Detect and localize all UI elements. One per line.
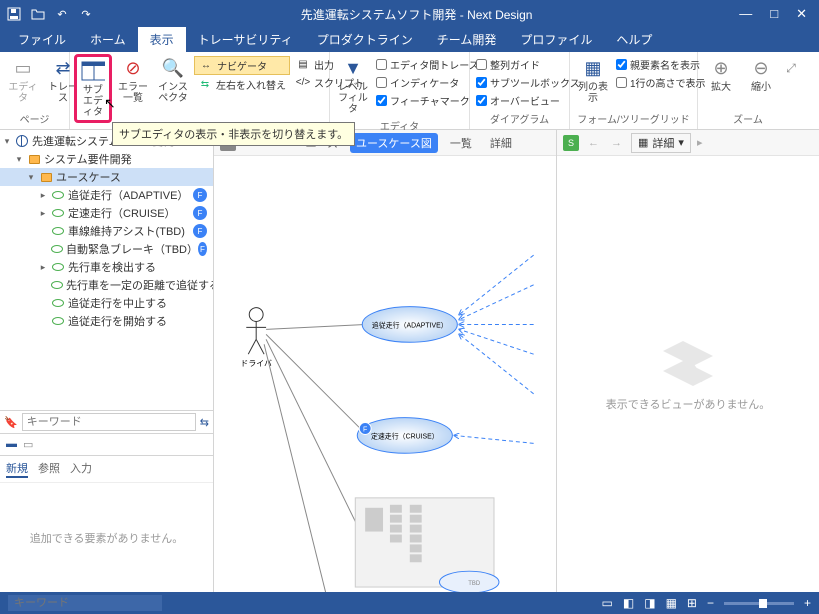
tree-item[interactable]: 車線維持アシスト(TBD)F: [0, 222, 213, 240]
close-button[interactable]: ✕: [796, 6, 807, 22]
feature-badge: F: [193, 224, 207, 238]
chk-editor-trace[interactable]: エディタ間トレース: [374, 56, 481, 73]
svg-text:TBD: TBD: [468, 581, 480, 587]
subeditor-button[interactable]: サブエディタ: [74, 54, 112, 123]
status-icon[interactable]: ⊞: [687, 596, 697, 610]
tab-input[interactable]: 入力: [70, 460, 92, 478]
editor-badge-s: S: [563, 135, 579, 151]
menu-home[interactable]: ホーム: [78, 27, 138, 52]
tab-ref[interactable]: 参照: [38, 460, 60, 478]
feature-badge: F: [193, 188, 207, 202]
panel-icon[interactable]: ▬: [6, 438, 17, 451]
menu-team[interactable]: チーム開発: [425, 27, 509, 52]
maximize-button[interactable]: □: [770, 6, 778, 22]
feature-badge: F: [198, 242, 207, 256]
svg-text:定速走行（CRUISE）: 定速走行（CRUISE）: [371, 431, 439, 440]
zoom-reset-button[interactable]: ⤢: [782, 54, 800, 82]
chk-subtool-box[interactable]: サブツールボックス: [474, 74, 582, 91]
ribbon: ▭エディタ ⇄トレース ページ サブエディタ ⊘エラー一覧 🔍インスペクタ ↔ナ…: [0, 52, 819, 130]
menu-help[interactable]: ヘルプ: [604, 27, 664, 52]
tree-item[interactable]: ▸先行車を検出する: [0, 258, 213, 276]
feature-badge: F: [193, 206, 207, 220]
overview-thumbnail: TBD: [355, 498, 499, 592]
editor-button[interactable]: ▭エディタ: [4, 54, 42, 106]
errorlist-button[interactable]: ⊘エラー一覧: [114, 54, 152, 106]
tree-item[interactable]: 追従走行を中止する: [0, 294, 213, 312]
zoomin-button[interactable]: ⊕拡大: [702, 54, 740, 95]
menubar: ファイル ホーム 表示 トレーサビリティ プロダクトライン チーム開発 プロファ…: [0, 28, 819, 52]
tab-new[interactable]: 新規: [6, 460, 28, 478]
navigator-panel: ▾先進運転システムソフト開発 ▾システム要件開発 ▾ユースケース ▸追従走行（A…: [0, 130, 214, 592]
status-keyword-input[interactable]: [8, 595, 162, 611]
menu-traceability[interactable]: トレーサビリティ: [186, 27, 305, 52]
nav-back-sub[interactable]: ←: [585, 137, 602, 149]
diagram-canvas[interactable]: ドライバ 追従走行（ADAPTIVE） 定速走行（CRUISE） F: [214, 156, 556, 592]
tree-item[interactable]: 自動緊急ブレーキ（TBD）F: [0, 240, 213, 258]
chk-feature-mark[interactable]: フィーチャマーク: [374, 92, 481, 109]
menu-file[interactable]: ファイル: [6, 27, 78, 52]
statusbar: ▭ ◧ ◨ ▦ ⊞ − +: [0, 592, 819, 614]
bottom-tabs: 新規 参照 入力: [0, 455, 213, 482]
status-icon[interactable]: ▦: [666, 596, 677, 610]
tag-icon: 🔖: [4, 416, 18, 429]
save-icon[interactable]: [6, 6, 22, 22]
zoomout-button[interactable]: ⊖縮小: [742, 54, 780, 95]
colshow-button[interactable]: ▦列の表示: [574, 54, 612, 106]
inspector-button[interactable]: 🔍インスペクタ: [154, 54, 192, 106]
chk-indicator[interactable]: インディケータ: [374, 74, 481, 91]
group-zoom-label: ズーム: [702, 110, 794, 127]
group-diagram-label: ダイアグラム: [474, 110, 565, 127]
svg-text:F: F: [363, 426, 367, 433]
crumb-diagram[interactable]: ユースケース図: [350, 133, 438, 153]
no-view-message: 表示できるビューがありません。: [606, 396, 770, 412]
no-view-icon: [658, 336, 718, 386]
bottom-empty-message: 追加できる要素がありません。: [0, 482, 213, 592]
crumb-detail[interactable]: 詳細: [484, 133, 518, 153]
group-page-label: ページ: [4, 110, 65, 127]
sub-editor: S ← → ▦ 詳細 ▾ ▸ 表示できるビューがありません。: [557, 130, 819, 592]
window-title: 先進運転システムソフト開発 - Next Design: [94, 6, 739, 23]
menu-profile[interactable]: プロファイル: [508, 27, 604, 52]
zoom-in-status[interactable]: +: [804, 596, 811, 610]
zoom-slider[interactable]: [724, 602, 794, 605]
navigator-button[interactable]: ↔ナビゲータ: [194, 56, 290, 75]
tree-item[interactable]: 先行車を一定の距離で追従する: [0, 276, 213, 294]
tree-item[interactable]: ▸定速走行（CRUISE）F: [0, 204, 213, 222]
filter-icon[interactable]: ⇆: [200, 416, 209, 429]
titlebar: ↶ ↷ 先進運転システムソフト開発 - Next Design — □ ✕: [0, 0, 819, 28]
status-icon[interactable]: ◨: [644, 596, 655, 610]
minimize-button[interactable]: —: [739, 6, 752, 22]
chk-one-line[interactable]: 1行の高さで表示: [614, 74, 708, 91]
menu-view[interactable]: 表示: [138, 27, 186, 52]
tree-item[interactable]: 追従走行を開始する: [0, 312, 213, 330]
keyword-input[interactable]: [22, 413, 196, 431]
group-formtree-label: フォーム/ツリーグリッド: [574, 110, 693, 127]
chk-align-guide[interactable]: 整列ガイド: [474, 56, 582, 73]
levelfilter-button[interactable]: ▼レベルフィルタ: [334, 54, 372, 117]
tree-node[interactable]: ▾システム要件開発: [0, 150, 213, 168]
chk-overview[interactable]: オーバービュー: [474, 92, 582, 109]
folder-icon[interactable]: [30, 6, 46, 22]
svg-text:追従走行（ADAPTIVE）: 追従走行（ADAPTIVE）: [372, 320, 448, 329]
tree-item[interactable]: ▸追従走行（ADAPTIVE）F: [0, 186, 213, 204]
svg-text:ドライバ: ドライバ: [240, 359, 272, 368]
chk-parent-name[interactable]: 親要素名を表示: [614, 56, 708, 73]
menu-productline[interactable]: プロダクトライン: [305, 27, 425, 52]
status-icon[interactable]: ◧: [623, 596, 634, 610]
status-icon[interactable]: ▭: [602, 596, 613, 610]
swap-button[interactable]: ⇆左右を入れ替え: [194, 76, 290, 93]
zoom-out-status[interactable]: −: [707, 596, 714, 610]
detail-dropdown[interactable]: ▦ 詳細 ▾: [631, 133, 691, 153]
model-tree[interactable]: ▾先進運転システムソフト開発 ▾システム要件開発 ▾ユースケース ▸追従走行（A…: [0, 130, 213, 410]
main-editor: M ← → ◂ ユース ユースケース図 一覧 詳細 ド: [214, 130, 557, 592]
undo-icon[interactable]: ↶: [54, 6, 70, 22]
tree-node-usecase[interactable]: ▾ユースケース: [0, 168, 213, 186]
panel-icon[interactable]: ▭: [23, 438, 33, 451]
redo-icon[interactable]: ↷: [78, 6, 94, 22]
crumb-list[interactable]: 一覧: [444, 133, 478, 153]
subeditor-tooltip: サブエディタの表示・非表示を切り替えます。: [112, 122, 355, 146]
nav-fwd-sub[interactable]: →: [608, 137, 625, 149]
